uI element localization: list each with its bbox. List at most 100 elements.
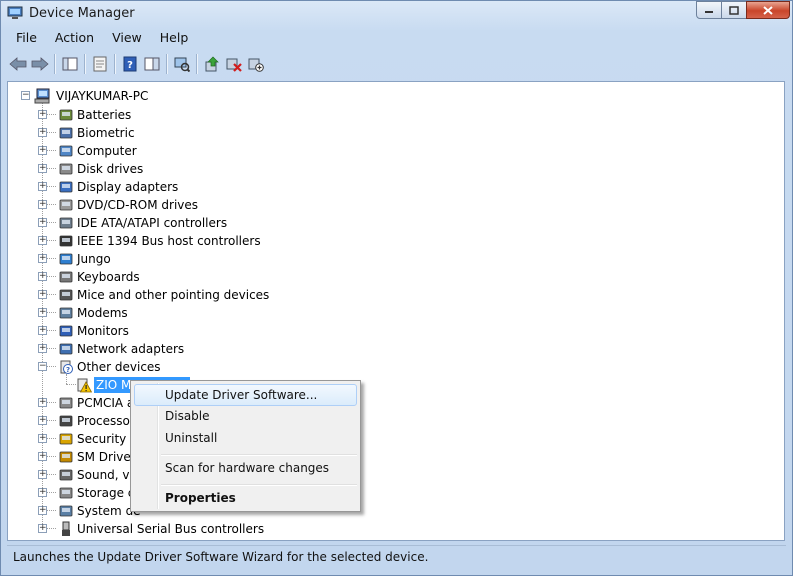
tree-category-label[interactable]: Display adapters	[77, 179, 178, 195]
update-driver-button[interactable]	[201, 53, 223, 75]
close-icon	[763, 5, 773, 15]
expand-toggle[interactable]: +	[38, 308, 47, 317]
tree-category-label[interactable]: Network adapters	[77, 341, 184, 357]
disable-device-icon	[248, 58, 264, 72]
tree-category-label[interactable]: IEEE 1394 Bus host controllers	[77, 233, 261, 249]
ctx-disable[interactable]: Disable	[134, 405, 357, 427]
tree-guide-line	[46, 258, 56, 259]
expand-toggle[interactable]: +	[38, 236, 47, 245]
expand-toggle[interactable]: +	[38, 128, 47, 137]
monitor-icon	[59, 325, 73, 337]
tree-category-label[interactable]: Jungo	[77, 251, 111, 267]
tree-guide-line	[46, 114, 56, 115]
menu-help[interactable]: Help	[151, 28, 198, 48]
expand-toggle[interactable]: +	[38, 452, 47, 461]
tree-guide-line	[46, 132, 56, 133]
uninstall-button[interactable]	[223, 53, 245, 75]
expand-toggle[interactable]: +	[38, 524, 47, 533]
properties-sheet-icon	[93, 56, 107, 71]
ctx-update-driver-software[interactable]: Update Driver Software...	[134, 384, 357, 406]
expand-toggle[interactable]: +	[38, 110, 47, 119]
tree-guide-line	[46, 168, 56, 169]
expand-toggle[interactable]: +	[38, 434, 47, 443]
ctx-properties[interactable]: Properties	[134, 487, 357, 509]
expand-toggle[interactable]: +	[38, 272, 47, 281]
close-button[interactable]	[746, 1, 790, 19]
tree-category-label[interactable]: Keyboards	[77, 269, 140, 285]
action-pane-button[interactable]	[141, 53, 163, 75]
expand-toggle[interactable]: +	[38, 398, 47, 407]
help-icon: ?	[123, 56, 137, 71]
maximize-icon	[729, 5, 739, 15]
unknown-device-icon: ?	[60, 360, 73, 374]
expand-toggle[interactable]: +	[38, 326, 47, 335]
tree-guide-line	[46, 492, 56, 493]
sound-icon	[59, 469, 73, 481]
menu-bar: File Action View Help	[7, 28, 786, 48]
tree-guide-line	[46, 402, 56, 403]
tree-category-label[interactable]: Disk drives	[77, 161, 143, 177]
tree-category-label[interactable]: Batteries	[77, 107, 131, 123]
help-button[interactable]: ?	[119, 53, 141, 75]
menu-view[interactable]: View	[103, 28, 151, 48]
tree-category-label[interactable]: PCMCIA a	[77, 395, 134, 411]
show-hide-tree-button[interactable]	[59, 53, 81, 75]
expand-toggle[interactable]: +	[38, 182, 47, 191]
tree-guide-line	[46, 204, 56, 205]
tree-category-label[interactable]: Other devices	[77, 359, 161, 375]
toolbar-separator	[166, 53, 168, 74]
tree-category-label[interactable]: Monitors	[77, 323, 129, 339]
expand-toggle[interactable]: −	[38, 362, 47, 371]
expand-toggle[interactable]: +	[38, 200, 47, 209]
tree-guide-line	[46, 312, 56, 313]
root-collapse-toggle[interactable]: −	[21, 91, 30, 100]
tree-category-label[interactable]: Mice and other pointing devices	[77, 287, 269, 303]
tree-guide-line	[46, 366, 56, 367]
storage-controller-icon	[59, 487, 73, 499]
device-tree[interactable]: − VIJAYKUMAR-PC + Batteries + Biometric + Com…	[7, 81, 785, 541]
forward-button[interactable]	[29, 53, 51, 75]
tree-guide-line	[46, 276, 56, 277]
context-menu-separator	[161, 454, 357, 456]
back-button[interactable]	[7, 53, 29, 75]
tree-guide-line	[46, 348, 56, 349]
expand-toggle[interactable]: +	[38, 146, 47, 155]
context-menu-separator	[161, 484, 357, 486]
battery-icon	[59, 109, 73, 121]
toolbar-separator	[84, 53, 86, 74]
tree-category-label[interactable]: Modems	[77, 305, 128, 321]
forward-arrow-icon	[31, 56, 49, 71]
expand-toggle[interactable]: +	[38, 344, 47, 353]
sm-driver-icon	[59, 451, 73, 463]
tree-root-label[interactable]: VIJAYKUMAR-PC	[56, 88, 148, 104]
expand-toggle[interactable]: +	[38, 290, 47, 299]
expand-toggle[interactable]: +	[38, 488, 47, 497]
minimize-button[interactable]	[696, 1, 722, 19]
tree-category-label[interactable]: Universal Serial Bus controllers	[77, 521, 264, 537]
tree-category-label[interactable]: Biometric	[77, 125, 135, 141]
expand-toggle[interactable]: +	[38, 164, 47, 173]
properties-sheet-button[interactable]	[89, 53, 111, 75]
tree-category-label[interactable]: Computer	[77, 143, 137, 159]
scan-hardware-button[interactable]	[171, 53, 193, 75]
security-device-icon	[59, 433, 73, 445]
tree-category-label[interactable]: DVD/CD-ROM drives	[77, 197, 198, 213]
expand-toggle[interactable]: +	[38, 254, 47, 263]
mouse-icon	[59, 289, 73, 301]
disable-device-button[interactable]	[245, 53, 267, 75]
expand-toggle[interactable]: +	[38, 470, 47, 479]
ctx-uninstall[interactable]: Uninstall	[134, 427, 357, 449]
maximize-button[interactable]	[721, 1, 747, 19]
tree-category-label[interactable]: IDE ATA/ATAPI controllers	[77, 215, 227, 231]
menu-file[interactable]: File	[7, 28, 46, 48]
title-bar[interactable]: Device Manager	[1, 1, 792, 27]
expand-toggle[interactable]: +	[38, 506, 47, 515]
tree-guide-line	[46, 474, 56, 475]
tree-category-label[interactable]: SM Driver	[77, 449, 136, 465]
expand-toggle[interactable]: +	[38, 218, 47, 227]
expand-toggle[interactable]: +	[38, 416, 47, 425]
ctx-scan-hardware-changes[interactable]: Scan for hardware changes	[134, 457, 357, 479]
tree-guide-line	[46, 528, 56, 529]
status-bar: Launches the Update Driver Software Wiza…	[7, 545, 786, 567]
menu-action[interactable]: Action	[46, 28, 103, 48]
